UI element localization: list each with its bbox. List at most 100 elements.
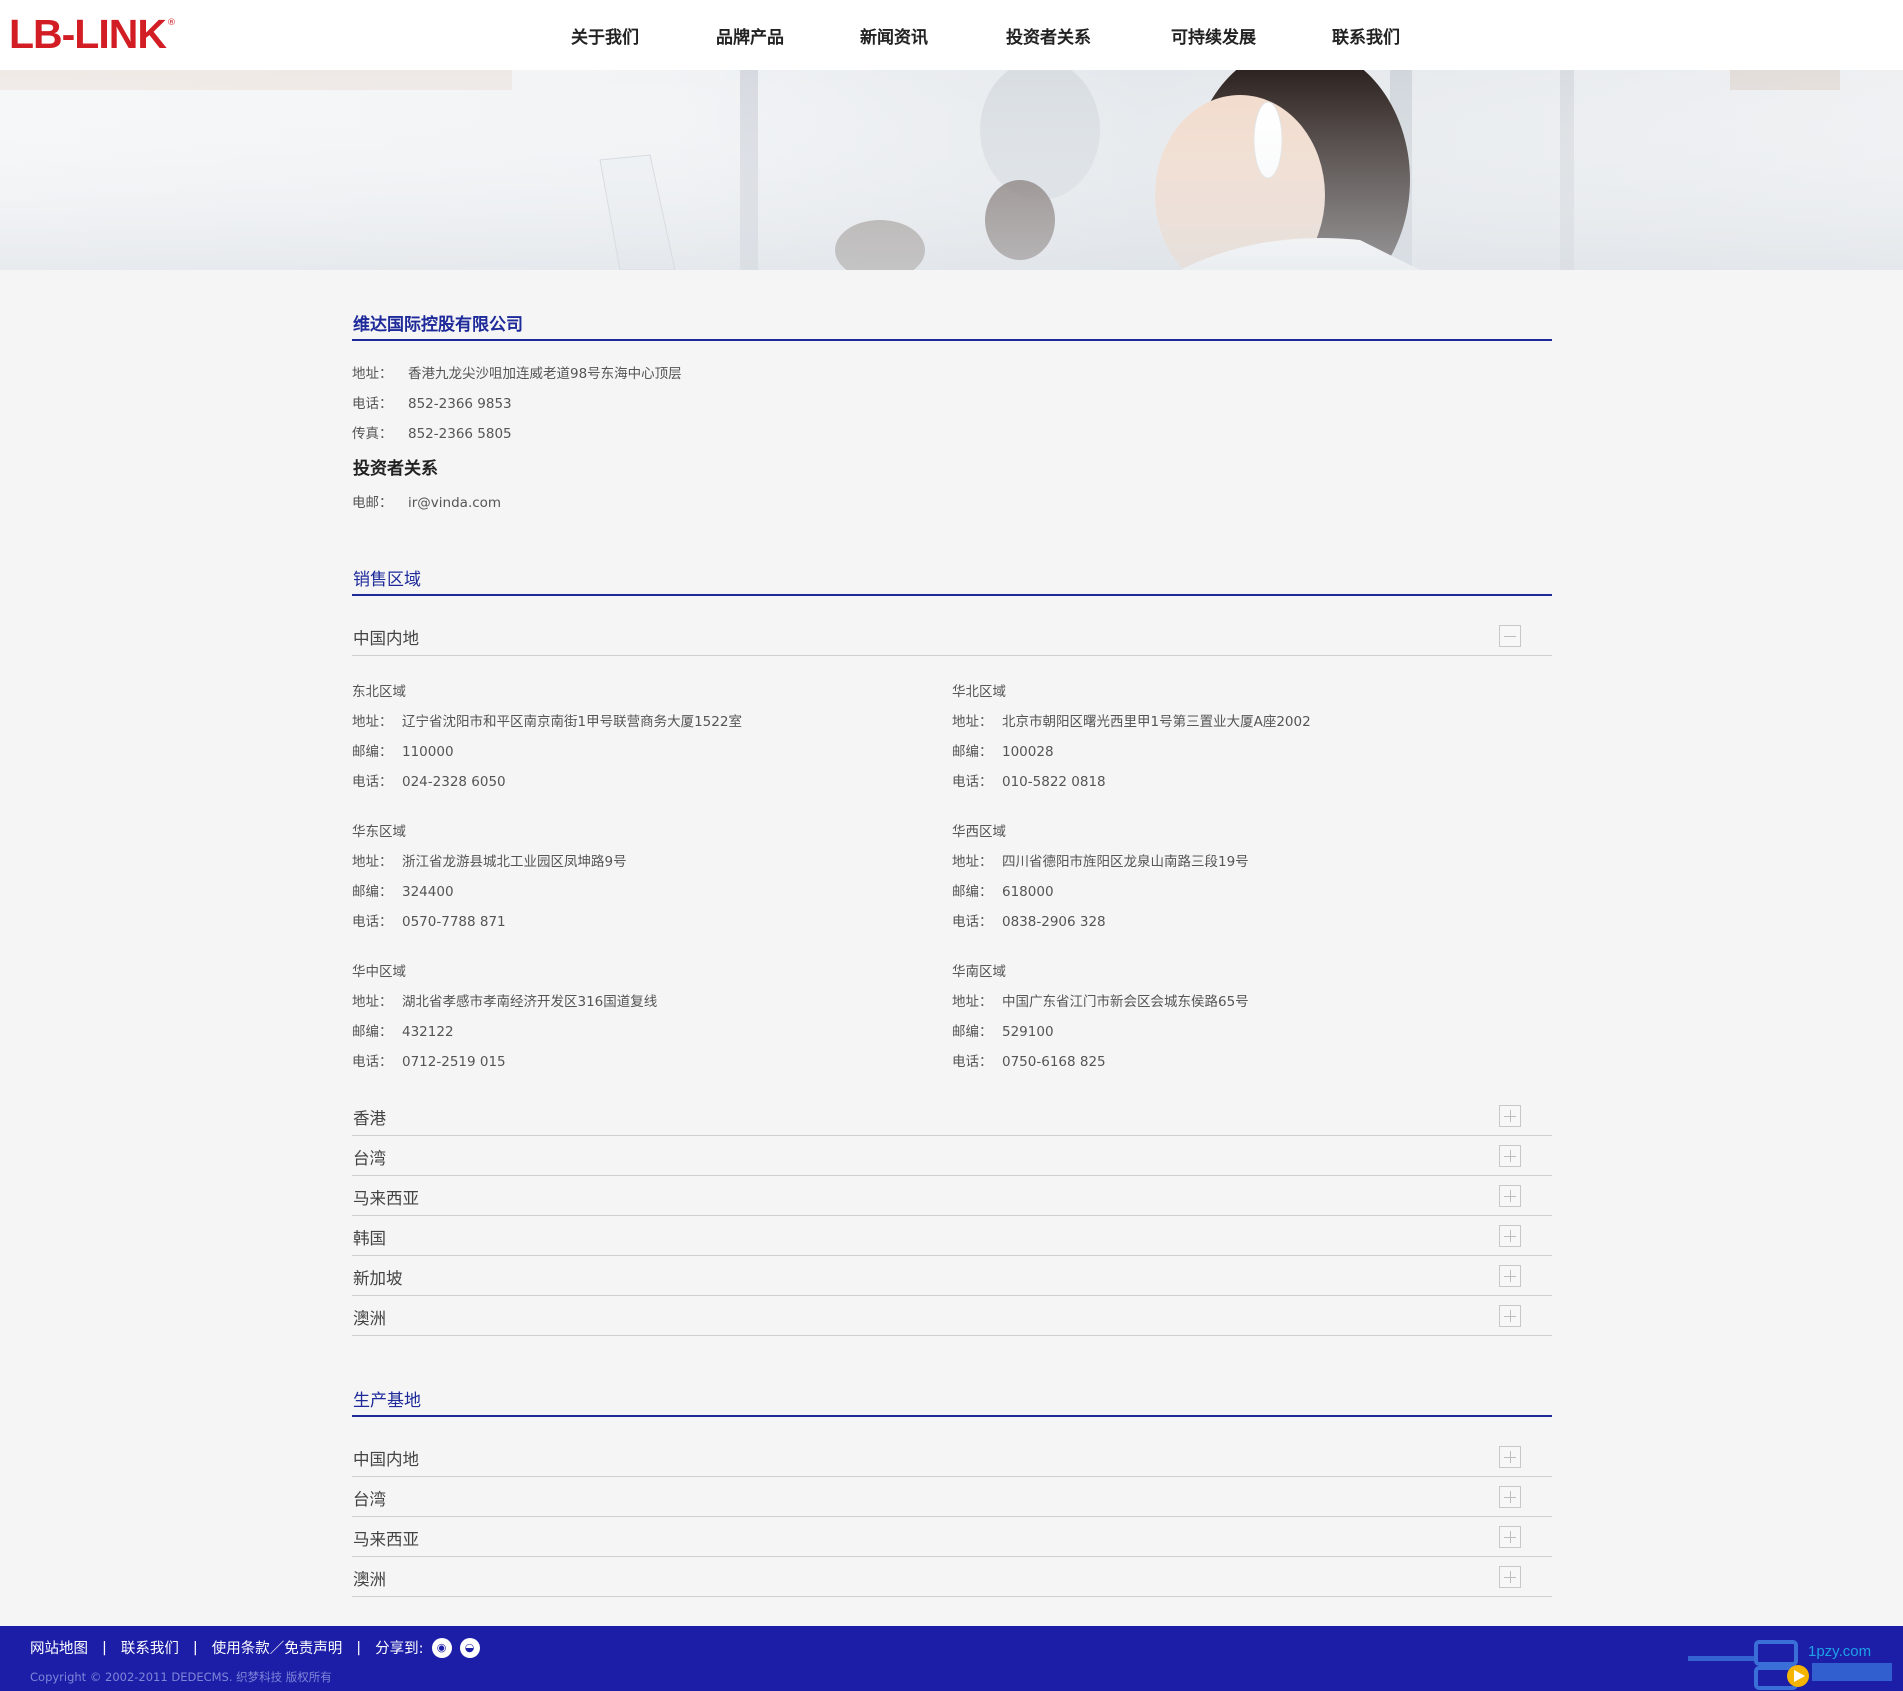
zip-value: 529100 [1002, 1024, 1054, 1040]
expand-plus-icon[interactable] [1499, 1225, 1521, 1247]
phone-value: 024-2328 6050 [402, 774, 506, 790]
sales-accordion-malaysia[interactable]: 马来西亚 [352, 1175, 1552, 1216]
address-label: 地址： [952, 994, 993, 1010]
region-zip: 邮编： 618000 [952, 880, 1054, 900]
expand-plus-icon[interactable] [1499, 1566, 1521, 1588]
nav-about-us[interactable]: 关于我们 [571, 23, 639, 48]
region-address: 地址： 中国广东省江门市新会区会城东侯路65号 [952, 990, 1249, 1010]
nav-contact-us[interactable]: 联系我们 [1332, 23, 1400, 48]
footer-link-terms[interactable]: 使用条款／免责声明 [212, 1637, 343, 1658]
accordion-label: 澳洲 [353, 1309, 386, 1328]
address-value: 辽宁省沈阳市和平区南京南街1甲号联营商务大厦1522室 [402, 714, 742, 730]
expand-plus-icon[interactable] [1499, 1446, 1521, 1468]
address-label: 地址： [352, 714, 393, 730]
region-address: 地址： 四川省德阳市旌阳区龙泉山南路三段19号 [952, 850, 1249, 870]
nav-investor-relations[interactable]: 投资者关系 [1006, 23, 1091, 48]
accordion-label: 韩国 [353, 1229, 386, 1248]
expand-plus-icon[interactable] [1499, 1265, 1521, 1287]
copyright-text: Copyright © 2002-2011 DEDECMS. 织梦科技 版权所有 [30, 1670, 332, 1684]
production-accordion-mainland[interactable]: 中国内地 [352, 1436, 1552, 1477]
accordion-label: 香港 [353, 1109, 386, 1128]
accordion-label: 中国内地 [353, 629, 419, 648]
region-west: 华西区域 地址： 四川省德阳市旌阳区龙泉山南路三段19号 邮编： 618000 电话… [952, 820, 1512, 950]
nav-products[interactable]: 品牌产品 [716, 23, 784, 48]
wechat-icon[interactable]: ◒ [459, 1637, 480, 1658]
footer-link-contact[interactable]: 联系我们 [121, 1637, 179, 1658]
site-footer: 网站地图 | 联系我们 | 使用条款／免责声明 | 分享到: ◉ ◒ Copyr… [0, 1626, 1903, 1691]
zip-value: 324400 [402, 884, 454, 900]
company-name-heading: 维达国际控股有限公司 [353, 315, 523, 335]
collapse-minus-icon[interactable] [1499, 625, 1521, 647]
expand-plus-icon[interactable] [1499, 1145, 1521, 1167]
region-phone: 电话： 024-2328 6050 [352, 770, 506, 790]
sales-accordion-taiwan[interactable]: 台湾 [352, 1135, 1552, 1176]
phone-label: 电话： [952, 914, 993, 930]
zip-label: 邮编： [352, 1024, 393, 1040]
footer-separator: | [102, 1639, 107, 1656]
sales-accordion-australia[interactable]: 澳洲 [352, 1295, 1552, 1336]
zip-label: 邮编： [352, 744, 393, 760]
region-zip: 邮编： 100028 [952, 740, 1054, 760]
sales-regions-heading: 销售区域 [353, 570, 421, 590]
company-fax-row: 传真： 852-2366 5805 [352, 422, 512, 442]
ir-email[interactable]: ir@vinda.com [408, 495, 501, 511]
region-phone: 电话： 0838-2906 328 [952, 910, 1106, 930]
zip-value: 618000 [1002, 884, 1054, 900]
address-value: 北京市朝阳区曙光西里甲1号第三置业大厦A座2002 [1002, 714, 1311, 730]
region-phone: 电话： 0712-2519 015 [352, 1050, 506, 1070]
footer-separator: | [192, 1639, 198, 1656]
expand-plus-icon[interactable] [1499, 1486, 1521, 1508]
expand-plus-icon[interactable] [1499, 1185, 1521, 1207]
region-name: 华东区域 [352, 824, 406, 840]
company-address: 香港九龙尖沙咀加连威老道98号东海中心顶层 [408, 366, 682, 382]
lb-link-logo[interactable]: LB-LINK ® [9, 14, 176, 55]
region-name: 华西区域 [952, 824, 1006, 840]
share-label: 分享到: [375, 1641, 424, 1657]
production-accordion-malaysia[interactable]: 马来西亚 [352, 1516, 1552, 1557]
region-zip: 邮编： 432122 [352, 1020, 454, 1040]
phone-value: 0570-7788 871 [402, 914, 506, 930]
expand-plus-icon[interactable] [1499, 1526, 1521, 1548]
region-phone: 电话： 0570-7788 871 [352, 910, 506, 930]
production-heading-rule [352, 1415, 1552, 1417]
zip-label: 邮编： [952, 1024, 993, 1040]
sales-accordion-mainland[interactable]: 中国内地 [352, 615, 1552, 656]
phone-value: 010-5822 0818 [1002, 774, 1106, 790]
accordion-label: 台湾 [353, 1149, 386, 1168]
expand-plus-icon[interactable] [1499, 1105, 1521, 1127]
company-heading-rule [352, 339, 1552, 341]
region-name: 华中区域 [352, 964, 406, 980]
footer-link-sitemap[interactable]: 网站地图 [30, 1637, 88, 1658]
phone-value: 0712-2519 015 [402, 1054, 506, 1070]
weibo-icon[interactable]: ◉ [431, 1637, 452, 1658]
zip-value: 100028 [1002, 744, 1054, 760]
investor-relations-heading: 投资者关系 [353, 459, 438, 479]
expand-plus-icon[interactable] [1499, 1305, 1521, 1327]
accordion-label: 台湾 [353, 1490, 386, 1509]
sales-accordion-hongkong[interactable]: 香港 [352, 1095, 1552, 1136]
region-name: 华南区域 [952, 964, 1006, 980]
address-label: 地址： [352, 854, 393, 870]
region-address: 地址： 辽宁省沈阳市和平区南京南街1甲号联营商务大厦1522室 [352, 710, 742, 730]
nav-news[interactable]: 新闻资讯 [860, 23, 928, 48]
address-value: 湖北省孝感市孝南经济开发区316国道复线 [402, 994, 658, 1010]
region-address: 地址： 北京市朝阳区曙光西里甲1号第三置业大厦A座2002 [952, 710, 1311, 730]
region-central: 华中区域 地址： 湖北省孝感市孝南经济开发区316国道复线 邮编： 432122 电… [352, 960, 912, 1090]
region-phone: 电话： 010-5822 0818 [952, 770, 1106, 790]
sales-accordion-singapore[interactable]: 新加坡 [352, 1255, 1552, 1296]
site-watermark-logo: 1pzy.com [1688, 1640, 1892, 1690]
accordion-label: 新加坡 [353, 1269, 403, 1288]
sales-accordion-korea[interactable]: 韩国 [352, 1215, 1552, 1256]
nav-sustainability[interactable]: 可持续发展 [1171, 23, 1256, 48]
production-accordion-australia[interactable]: 澳洲 [352, 1556, 1552, 1597]
region-zip: 邮编： 529100 [952, 1020, 1054, 1040]
company-phone-row: 电话： 852-2366 9853 [352, 392, 512, 412]
region-address: 地址： 湖北省孝感市孝南经济开发区316国道复线 [352, 990, 657, 1010]
region-northeast: 东北区域 地址： 辽宁省沈阳市和平区南京南街1甲号联营商务大厦1522室 邮编： 1… [352, 680, 912, 810]
watermark-text: 1pzy.com [1808, 1643, 1871, 1660]
address-value: 浙江省龙游县城北工业园区凤坤路9号 [402, 854, 627, 870]
zip-label: 邮编： [952, 744, 993, 760]
address-label: 地址： [952, 854, 993, 870]
production-accordion-taiwan[interactable]: 台湾 [352, 1476, 1552, 1517]
region-phone: 电话： 0750-6168 825 [952, 1050, 1106, 1070]
